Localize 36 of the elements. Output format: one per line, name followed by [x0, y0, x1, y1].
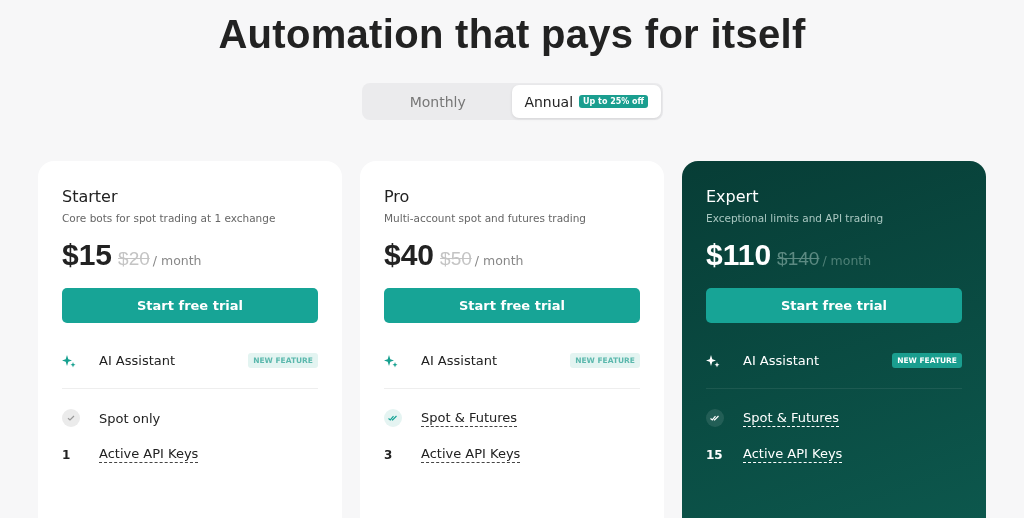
billing-option[interactable]: Annual Up to 25% off — [512, 85, 661, 118]
price-period: / month — [152, 253, 202, 268]
feature-label: AI Assistant — [743, 353, 820, 368]
old-price: $50 — [440, 248, 472, 270]
plan-price: $15 — [62, 238, 113, 272]
double-check-icon — [384, 409, 402, 427]
plan-name: Expert — [706, 187, 760, 206]
key-count: 15 — [706, 447, 723, 462]
discount-badge: Up to 25% off — [579, 95, 649, 108]
feature-label[interactable]: Active API Keys — [99, 446, 199, 463]
feature-label[interactable]: Spot & Futures — [743, 409, 840, 427]
page-heading: Automation that pays for itself — [218, 12, 806, 57]
price-period: / month — [822, 253, 872, 268]
feature-label: Spot only — [99, 410, 161, 426]
billing-label: Annual — [524, 93, 574, 110]
plan-name: Pro — [384, 187, 411, 206]
plan-name: Starter — [62, 187, 119, 206]
check-icon — [62, 409, 80, 427]
plan-tagline: Multi-account spot and futures trading — [384, 212, 587, 224]
double-check-icon — [706, 409, 724, 427]
billing-label: Monthly — [409, 93, 466, 110]
plan-price: $40 — [384, 238, 435, 272]
plan-tagline: Core bots for spot trading at 1 exchange — [62, 212, 277, 224]
plan-price: $110 — [706, 238, 772, 272]
key-count: 1 — [62, 447, 71, 462]
price-period: / month — [474, 253, 524, 268]
plan-tagline: Exceptional limits and API trading — [706, 212, 885, 224]
key-count: 3 — [384, 447, 393, 462]
old-price: $20 — [118, 248, 150, 270]
feature-label[interactable]: Active API Keys — [743, 446, 843, 463]
old-price: $140 — [777, 248, 820, 270]
feature-label[interactable]: Spot & Futures — [421, 409, 518, 427]
feature-label: AI Assistant — [99, 353, 176, 368]
feature-label[interactable]: Active API Keys — [421, 446, 521, 463]
feature-label: AI Assistant — [421, 353, 498, 368]
billing-option[interactable]: Monthly — [363, 85, 512, 118]
